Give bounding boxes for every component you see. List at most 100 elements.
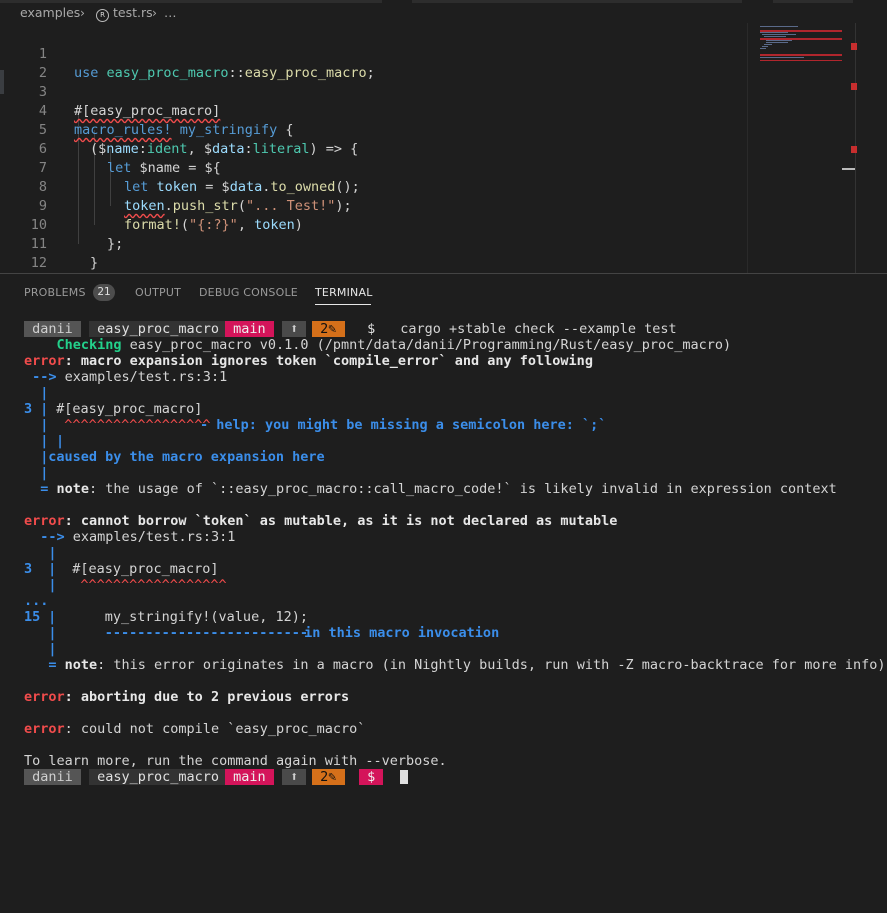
source-line-number: 15 [24,609,41,625]
terminal-line: --> examples/test.rs:3:1 [24,529,884,545]
prompt-branch: main [225,321,274,337]
error-message: : could not compile `easy_proc_macro` [64,721,366,737]
code-line[interactable]: 6 let $name = ${ [0,121,750,176]
error-location: examples/test.rs:3:1 [72,529,236,545]
breadcrumb-more[interactable]: … [164,5,177,20]
terminal-line: | caused by the macro expansion here [24,449,884,465]
error-label: error [24,689,65,705]
minimap-line [762,34,796,35]
error-label: error [24,513,65,529]
gutter-pipe: | [24,433,49,449]
source-snippet: #[easy_proc_macro] [48,401,203,417]
minimap-error-line [760,60,842,61]
terminal-line: ... [24,593,884,609]
terminal-line: | | [24,433,884,449]
source-line-number: 3 [24,401,33,417]
arrow-up-icon: ⬆ [282,769,307,785]
code-line[interactable]: 9 format!("{:?}", token) [0,178,750,233]
tab-problems[interactable]: PROBLEMS [24,286,86,299]
terminal-line: To learn more, run the command again wit… [24,753,884,769]
tab-debug-console[interactable]: DEBUG CONSOLE [199,286,298,299]
code-line[interactable]: 11 } [0,216,750,271]
source-snippet: my_stringify!(value, 12); [56,609,308,625]
terminal-line: error: cannot borrow `token` as mutable,… [24,513,884,529]
terminal-line: 3 | #[easy_proc_macro] [24,401,884,417]
error-message: : aborting due to 2 previous errors [64,689,350,705]
prompt-user: danii [24,769,81,785]
terminal-line: 3 | #[easy_proc_macro] [24,561,884,577]
checking-label: Checking [24,337,122,353]
note-equals: = [24,657,65,673]
scrollbar-error-mark [851,146,857,153]
location-arrow: --> [24,529,73,545]
terminal-line: | ^^^^^^^^^^^^^^^^^^ [24,577,884,593]
gutter-pipe: | [24,641,57,657]
code-line[interactable]: 8 token.push_str("... Test!"); [0,159,750,214]
scrollbar-error-mark [851,43,857,50]
note-label: note [64,657,98,673]
prompt-user: danii [24,321,81,337]
minimap-line [760,48,766,49]
macro-invocation-marker: ------------------------- [56,625,308,641]
terminal-line: | [24,641,884,657]
active-tab-indicator [315,304,371,305]
terminal-line: | [24,545,884,561]
code-line[interactable]: 2 [0,45,750,81]
code-line[interactable]: 4 macro_rules! my_stringify { [0,83,750,138]
location-arrow: --> [24,369,65,385]
scrollbar-error-mark [851,83,857,90]
gutter-pipe: | [24,577,57,593]
prompt-branch: main [225,769,274,785]
note-message: : this error originates in a macro (in N… [97,657,886,673]
minimap-line [764,44,772,45]
arrow-up-icon: ⬆ [282,321,307,337]
terminal-line: --> examples/test.rs:3:1 [24,369,884,385]
source-snippet: #[easy_proc_macro] [56,561,219,577]
terminal-cursor[interactable] [400,770,408,784]
code-line[interactable]: 7 let token = $data.to_owned(); [0,140,750,195]
code-line[interactable]: 1 use easy_proc_macro::easy_proc_macro; [0,26,750,81]
error-message: : cannot borrow `token` as mutable, as i… [64,513,618,529]
breadcrumb-folder[interactable]: examples [20,5,80,20]
terminal-prompt-line: danii easy_proc_macro main ⬆ 2✎ $ [24,769,884,785]
editor-scrollbar[interactable] [851,23,887,273]
prompt-dollar: $ [359,769,384,785]
error-carets: ^^^^^^^^^^^^^^^^^^ [48,417,211,433]
caused-by-text: caused by the macro expansion here [32,449,325,465]
note-equals: = [24,481,57,497]
prompt-change-count: 2✎ [312,321,345,337]
gutter-pipe: | [40,561,57,577]
gutter-pipe: | [32,401,49,417]
macro-invocation-label: in this macro invocation [296,625,500,641]
gutter-pipe: | [24,385,49,401]
error-label: error [24,721,65,737]
code-line[interactable]: 3 #[easy_proc_macro] [0,64,750,119]
terminal-line: | [24,385,884,401]
tab-output[interactable]: OUTPUT [135,286,181,299]
tab-terminal[interactable]: TERMINAL [315,286,373,299]
prompt-directory: easy_proc_macro [89,769,228,785]
source-line-number: 3 [24,561,33,577]
gutter-pipe: | [24,545,57,561]
help-text: - help: you might be missing a semicolon… [200,417,607,433]
prompt-directory: easy_proc_macro [89,321,228,337]
minimap-line [760,26,798,27]
gutter-pipe: | [56,433,65,449]
ellipsis: ... [24,593,49,609]
learn-more-text: To learn more, run the command again wit… [24,753,447,769]
terminal-line: | [24,465,884,481]
minimap-line [760,32,788,33]
gutter-pipe: | [24,417,49,433]
code-line[interactable]: 12 } [0,235,750,290]
breadcrumb-file[interactable]: test.rs [113,5,153,20]
code-line[interactable]: 5 ($name:ident, $data:literal) => { [0,102,750,157]
terminal-line: Checking easy_proc_macro v0.1.0 (/pmnt/d… [24,337,884,353]
code-line[interactable]: 13 [0,254,750,290]
terminal-line: = note: this error originates in a macro… [24,657,886,673]
code-line[interactable]: 10 }; [0,197,750,252]
minimap-line [764,36,786,37]
prompt-change-count: 2✎ [312,769,345,785]
gutter-pipe: | [40,609,57,625]
minimap[interactable] [747,23,856,273]
note-label: note [56,481,90,497]
